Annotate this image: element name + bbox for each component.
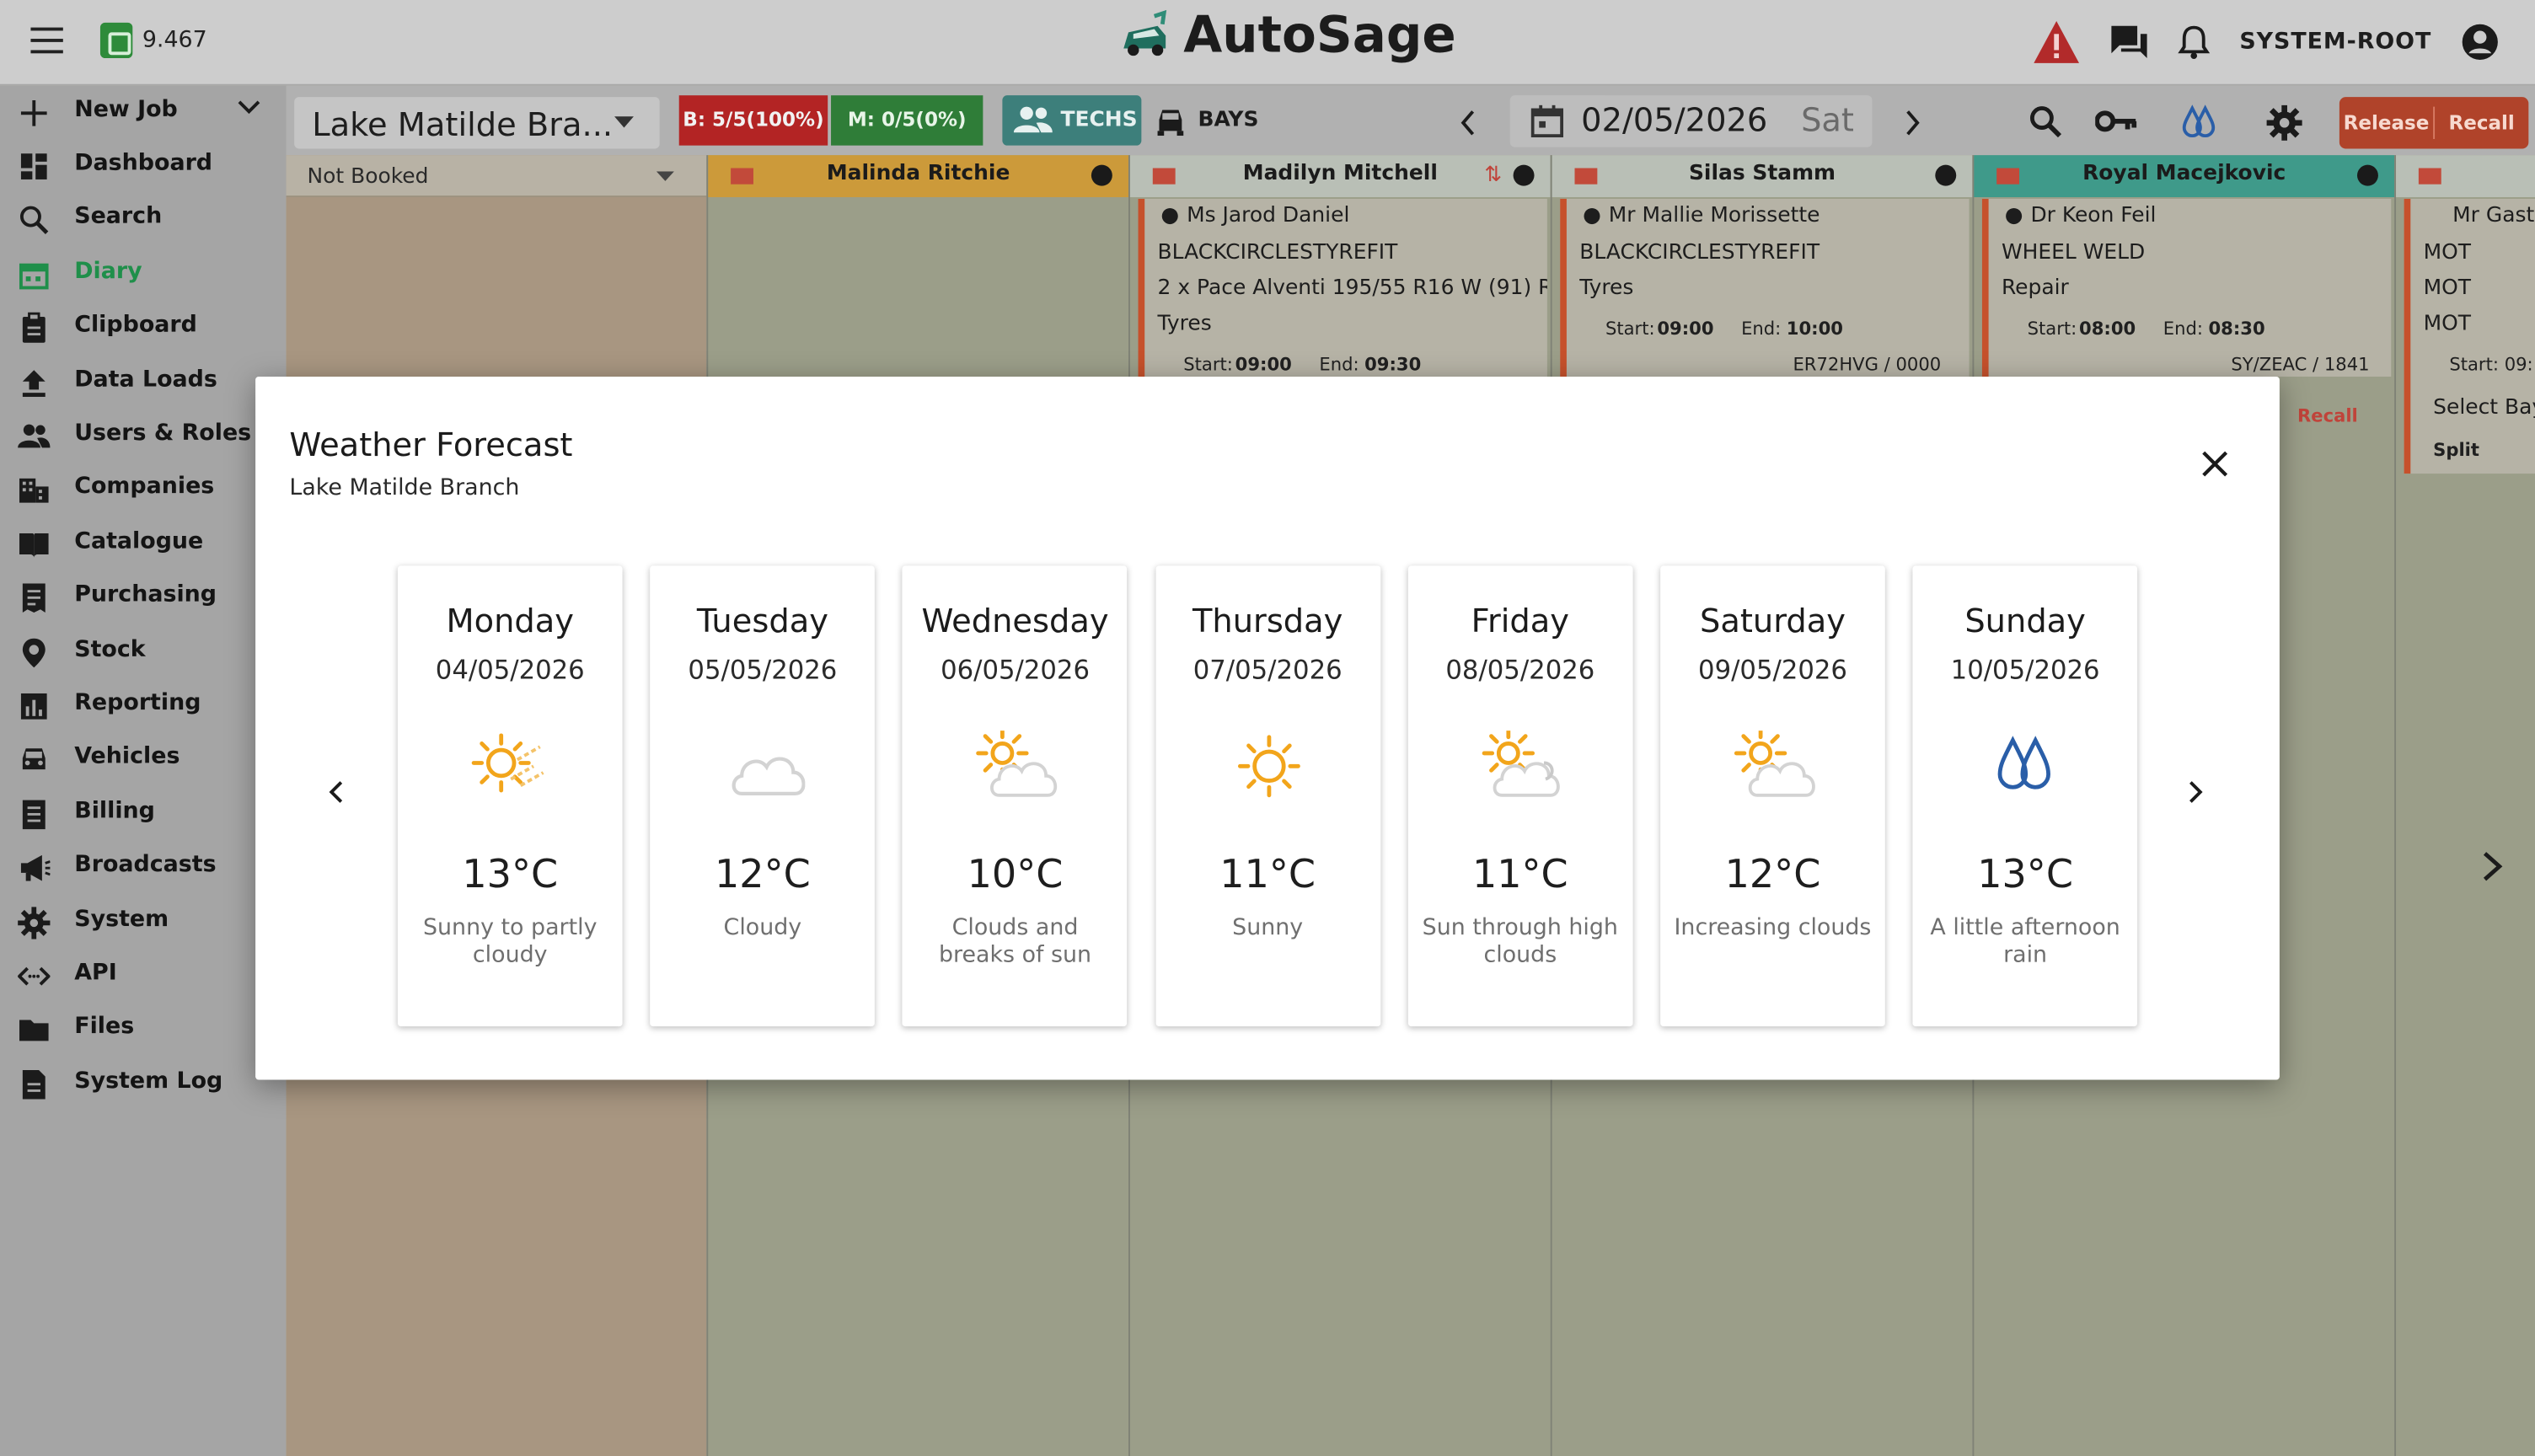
forecast-day: Monday bbox=[446, 601, 574, 640]
sun-icon bbox=[1237, 735, 1300, 798]
rain-drops-icon bbox=[1997, 736, 2051, 790]
forecast-description: Sunny bbox=[1232, 914, 1304, 941]
forecast-date: 08/05/2026 bbox=[1445, 654, 1595, 686]
forecast-card: Thursday 07/05/2026 11°C Sunny bbox=[1155, 565, 1380, 1027]
forecast-card: Monday 04/05/2026 13°C Sunny to partly clou… bbox=[397, 565, 623, 1027]
forecast-description: Cloudy bbox=[723, 914, 802, 941]
sun-partly-cloudy-icon bbox=[471, 733, 544, 793]
close-icon[interactable] bbox=[2195, 445, 2234, 484]
forecast-day: Thursday bbox=[1192, 601, 1343, 640]
forecast-day: Friday bbox=[1471, 601, 1569, 640]
forecast-card: Friday 08/05/2026 11°C Sun through high clo… bbox=[1407, 565, 1633, 1027]
forecast-day: Sunday bbox=[1964, 601, 2086, 640]
dialog-title: Weather Forecast bbox=[289, 425, 573, 464]
forecast-temperature: 13°C bbox=[462, 851, 559, 897]
forecast-date: 07/05/2026 bbox=[1192, 654, 1343, 686]
forecast-card: Sunday 10/05/2026 13°C A little afternoon r… bbox=[1912, 565, 2138, 1027]
forecast-day: Saturday bbox=[1700, 601, 1846, 640]
weather-forecast-dialog: Weather Forecast Lake Matilde Branch Mon… bbox=[255, 376, 2280, 1080]
cloud-icon bbox=[732, 757, 806, 796]
forecast-description: Clouds and breaks of sun bbox=[939, 914, 1092, 969]
forecast-description: Increasing clouds bbox=[1674, 914, 1872, 941]
forecast-date: 04/05/2026 bbox=[435, 654, 585, 686]
forecast-card: Tuesday 05/05/2026 12°C Cloudy bbox=[650, 565, 876, 1027]
forecast-card: Wednesday 06/05/2026 10°C Clouds and breaks… bbox=[903, 565, 1128, 1027]
forecast-description: A little afternoon rain bbox=[1930, 914, 2120, 969]
forecast-temperature: 13°C bbox=[1977, 851, 2073, 897]
forecast-date: 05/05/2026 bbox=[688, 654, 838, 686]
forecast-temperature: 10°C bbox=[967, 851, 1064, 897]
forecast-description: Sunny to partly cloudy bbox=[422, 914, 598, 969]
sun-behind-cloud-icon bbox=[976, 731, 1058, 797]
next-week-icon[interactable] bbox=[2176, 773, 2215, 811]
forecast-card: Saturday 09/05/2026 12°C Increasing clouds bbox=[1660, 565, 1885, 1027]
sun-behind-cloud-icon bbox=[1734, 731, 1815, 797]
previous-week-icon[interactable] bbox=[317, 773, 356, 811]
forecast-description: Sun through high clouds bbox=[1422, 914, 1618, 969]
forecast-date: 06/05/2026 bbox=[941, 654, 1090, 686]
forecast-date: 09/05/2026 bbox=[1698, 654, 1847, 686]
forecast-temperature: 12°C bbox=[714, 851, 811, 897]
forecast-day: Tuesday bbox=[696, 601, 828, 640]
sun-high-clouds-icon bbox=[1482, 731, 1560, 797]
forecast-temperature: 11°C bbox=[1219, 851, 1316, 897]
forecast-temperature: 12°C bbox=[1724, 851, 1821, 897]
forecast-date: 10/05/2026 bbox=[1950, 654, 2100, 686]
forecast-day: Wednesday bbox=[921, 601, 1109, 640]
dialog-subtitle: Lake Matilde Branch bbox=[289, 475, 520, 501]
forecast-temperature: 11°C bbox=[1471, 851, 1568, 897]
